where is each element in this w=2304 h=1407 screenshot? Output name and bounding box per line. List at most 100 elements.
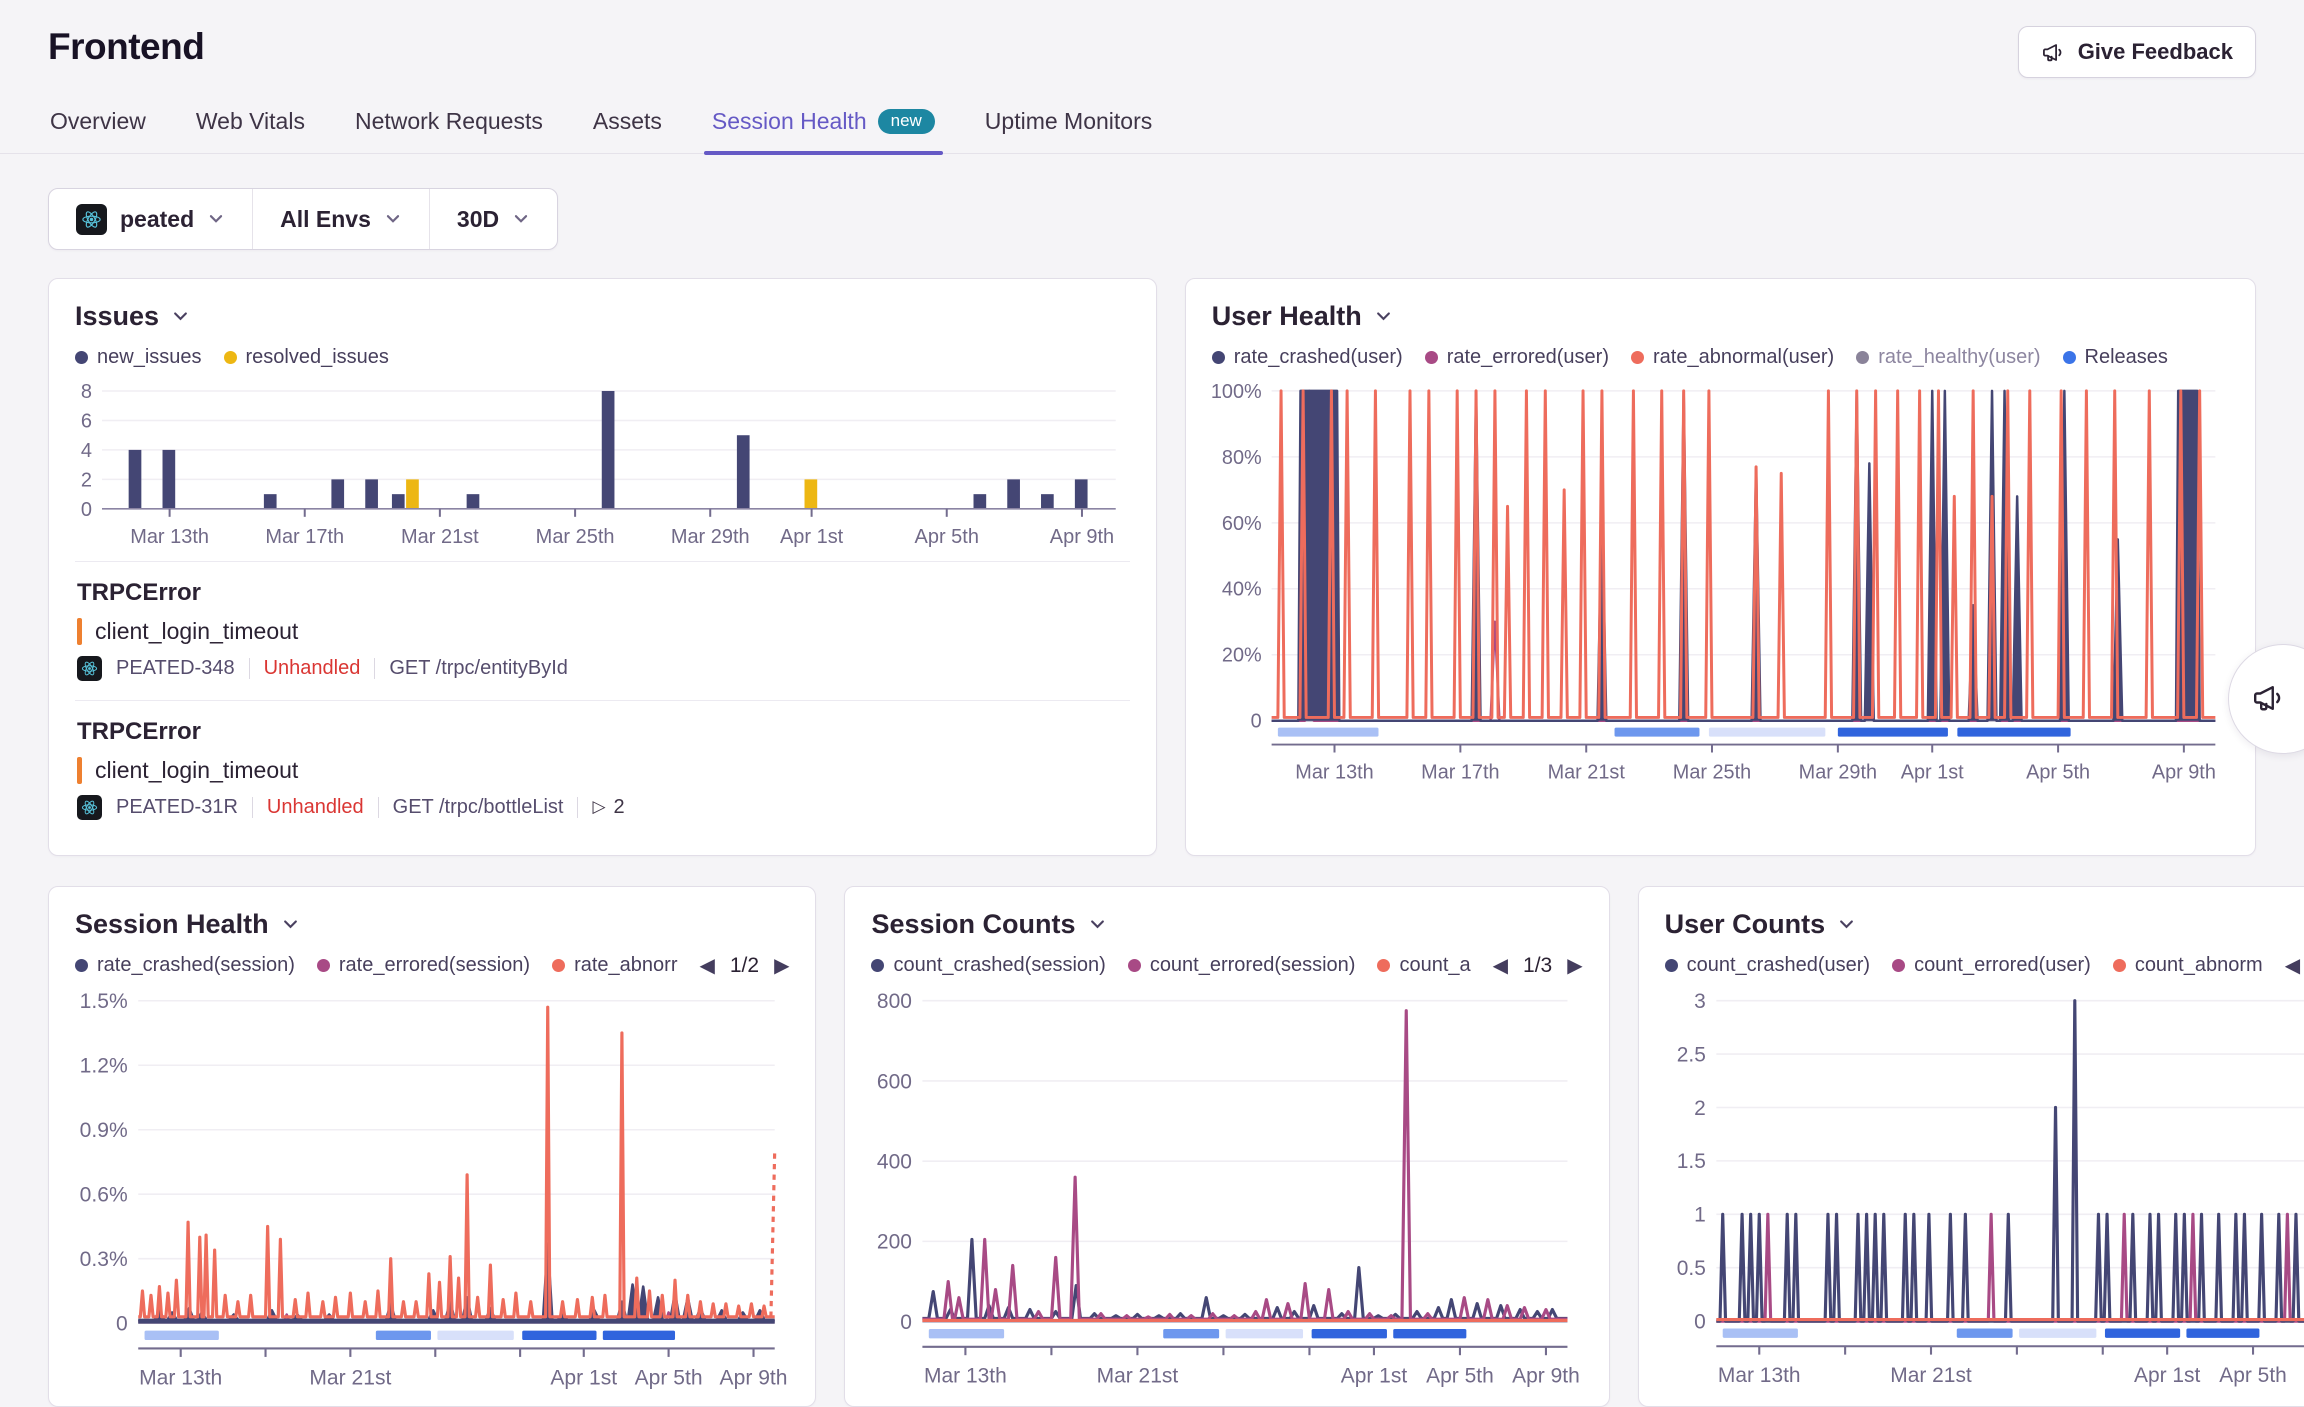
page-header: Frontend Give Feedback xyxy=(0,0,2304,78)
pager-next-icon[interactable]: ▶ xyxy=(1567,956,1582,976)
tab-session-health[interactable]: Session Health new xyxy=(710,102,937,153)
legend-item-count-crashed-user[interactable]: count_crashed(user) xyxy=(1665,954,1870,977)
svg-text:Apr 1st: Apr 1st xyxy=(780,526,844,548)
svg-text:Mar 21st: Mar 21st xyxy=(1890,1364,1972,1387)
issue-title-link[interactable]: TRPCError xyxy=(77,579,1128,607)
issues-panel-title: Issues xyxy=(75,301,159,332)
tab-uptime-monitors[interactable]: Uptime Monitors xyxy=(983,102,1154,153)
chevron-down-icon[interactable] xyxy=(281,915,300,934)
session-health-panel-title: Session Health xyxy=(75,909,269,940)
issue-short-id: PEATED-31R xyxy=(116,796,238,819)
issues-list: TRPCError client_login_timeout PEATED-34… xyxy=(75,561,1130,839)
issue-subtitle: client_login_timeout xyxy=(95,757,298,784)
tab-web-vitals[interactable]: Web Vitals xyxy=(194,102,307,153)
project-filter[interactable]: peated xyxy=(49,189,252,249)
session-counts-legend: count_crashed(session) count_errored(ses… xyxy=(871,954,1582,978)
give-feedback-button[interactable]: Give Feedback xyxy=(2018,26,2256,78)
issues-chart[interactable]: 02468Mar 13thMar 17thMar 21stMar 25thMar… xyxy=(75,377,1130,553)
issue-endpoint: GET /trpc/bottleList xyxy=(393,796,564,819)
svg-text:400: 400 xyxy=(877,1150,912,1173)
react-project-icon xyxy=(76,204,107,235)
svg-text:Mar 13th: Mar 13th xyxy=(1295,761,1373,783)
legend-item-releases[interactable]: Releases xyxy=(2063,346,2168,369)
svg-text:Apr 1st: Apr 1st xyxy=(550,1366,617,1389)
legend-item-rate-crashed-user[interactable]: rate_crashed(user) xyxy=(1212,346,1403,369)
replay-count[interactable]: ▷2 xyxy=(592,796,624,819)
chevron-down-icon[interactable] xyxy=(1374,307,1393,326)
divider xyxy=(374,658,375,679)
svg-text:Apr 9th: Apr 9th xyxy=(1513,1364,1581,1387)
svg-text:0.5: 0.5 xyxy=(1676,1257,1705,1280)
chevron-down-icon[interactable] xyxy=(1088,915,1107,934)
svg-text:2: 2 xyxy=(1694,1097,1706,1120)
legend-item-rate-healthy-user[interactable]: rate_healthy(user) xyxy=(1856,346,2040,369)
svg-text:Apr 5th: Apr 5th xyxy=(1427,1364,1495,1387)
svg-text:200: 200 xyxy=(877,1231,912,1254)
svg-text:Mar 13th: Mar 13th xyxy=(130,526,209,548)
svg-text:0: 0 xyxy=(901,1311,913,1334)
session-health-legend: rate_crashed(session) rate_errored(sessi… xyxy=(75,954,789,978)
svg-text:0.6%: 0.6% xyxy=(80,1183,128,1206)
issue-row: TRPCError client_login_timeout PEATED-31… xyxy=(75,700,1130,839)
svg-text:0.9%: 0.9% xyxy=(80,1119,128,1142)
user-counts-panel-title: User Counts xyxy=(1665,909,1826,940)
svg-text:4: 4 xyxy=(81,440,92,462)
issue-title-link[interactable]: TRPCError xyxy=(77,718,1128,746)
environment-filter[interactable]: All Envs xyxy=(252,189,429,249)
svg-text:0: 0 xyxy=(1694,1310,1706,1333)
filter-bar: peated All Envs 30D xyxy=(48,188,558,250)
user-health-chart[interactable]: 020%40%60%80%100%Mar 13thMar 17thMar 21s… xyxy=(1212,377,2229,784)
svg-text:Mar 29th: Mar 29th xyxy=(671,526,750,548)
tab-overview[interactable]: Overview xyxy=(48,102,148,153)
svg-text:Mar 13th: Mar 13th xyxy=(1718,1364,1801,1387)
svg-text:1.5%: 1.5% xyxy=(80,990,128,1013)
issue-short-id: PEATED-348 xyxy=(116,657,235,680)
legend-item-resolved-issues[interactable]: resolved_issues xyxy=(224,346,389,369)
tab-assets[interactable]: Assets xyxy=(591,102,664,153)
legend-item-count-abnormal-user[interactable]: count_abnorm xyxy=(2113,954,2263,977)
chevron-down-icon[interactable] xyxy=(171,307,190,326)
session-counts-chart[interactable]: 0200400600800Mar 13thMar 21stApr 1stApr … xyxy=(871,986,1582,1389)
legend-dot xyxy=(2063,351,2076,364)
issue-row: TRPCError client_login_timeout PEATED-34… xyxy=(75,562,1130,700)
legend-item-rate-crashed-session[interactable]: rate_crashed(session) xyxy=(75,954,295,977)
pager-next-icon[interactable]: ▶ xyxy=(774,956,789,976)
user-counts-chart[interactable]: 00.511.522.53Mar 13thMar 21stApr 1stApr … xyxy=(1665,986,2304,1388)
legend-item-count-errored-user[interactable]: count_errored(user) xyxy=(1892,954,2091,977)
svg-text:Apr 1st: Apr 1st xyxy=(1341,1364,1408,1387)
legend-item-new-issues[interactable]: new_issues xyxy=(75,346,202,369)
pager-label: 1/2 xyxy=(730,954,759,978)
svg-text:Mar 21st: Mar 21st xyxy=(1097,1364,1179,1387)
svg-text:Mar 21st: Mar 21st xyxy=(309,1366,391,1389)
user-health-panel-title: User Health xyxy=(1212,301,1362,332)
chevron-down-icon[interactable] xyxy=(1837,915,1856,934)
svg-text:Apr 5th: Apr 5th xyxy=(2219,1364,2287,1387)
svg-text:Mar 25th: Mar 25th xyxy=(1673,761,1751,783)
svg-text:Apr 5th: Apr 5th xyxy=(2026,761,2090,783)
legend-dot xyxy=(224,351,237,364)
legend-item-rate-abnormal-session[interactable]: rate_abnorr xyxy=(552,954,677,977)
pager-prev-icon[interactable]: ◀ xyxy=(2285,956,2300,976)
unhandled-badge: Unhandled xyxy=(267,796,364,819)
legend-dot xyxy=(75,959,88,972)
legend-item-count-errored-session[interactable]: count_errored(session) xyxy=(1128,954,1356,977)
session-health-panel: Session Health rate_crashed(session) rat… xyxy=(48,886,816,1407)
divider xyxy=(252,797,253,818)
legend-item-rate-errored-session[interactable]: rate_errored(session) xyxy=(317,954,530,977)
svg-text:Apr 5th: Apr 5th xyxy=(915,526,979,548)
date-range-filter[interactable]: 30D xyxy=(429,189,557,249)
legend-item-rate-abnormal-user[interactable]: rate_abnormal(user) xyxy=(1631,346,1834,369)
pager-prev-icon[interactable]: ◀ xyxy=(1493,956,1508,976)
legend-item-count-abnormal-session[interactable]: count_a xyxy=(1377,954,1470,977)
legend-dot xyxy=(1377,959,1390,972)
legend-item-rate-errored-user[interactable]: rate_errored(user) xyxy=(1425,346,1609,369)
pager-prev-icon[interactable]: ◀ xyxy=(699,956,714,976)
svg-text:800: 800 xyxy=(877,990,912,1013)
legend-dot xyxy=(1856,351,1869,364)
legend-item-count-crashed-session[interactable]: count_crashed(session) xyxy=(871,954,1105,977)
session-health-chart[interactable]: 00.3%0.6%0.9%1.2%1.5%Mar 13thMar 21stApr… xyxy=(75,986,789,1391)
svg-text:6: 6 xyxy=(81,410,92,432)
tab-network-requests[interactable]: Network Requests xyxy=(353,102,545,153)
svg-text:1.5: 1.5 xyxy=(1676,1150,1705,1173)
svg-text:Mar 21st: Mar 21st xyxy=(1547,761,1625,783)
